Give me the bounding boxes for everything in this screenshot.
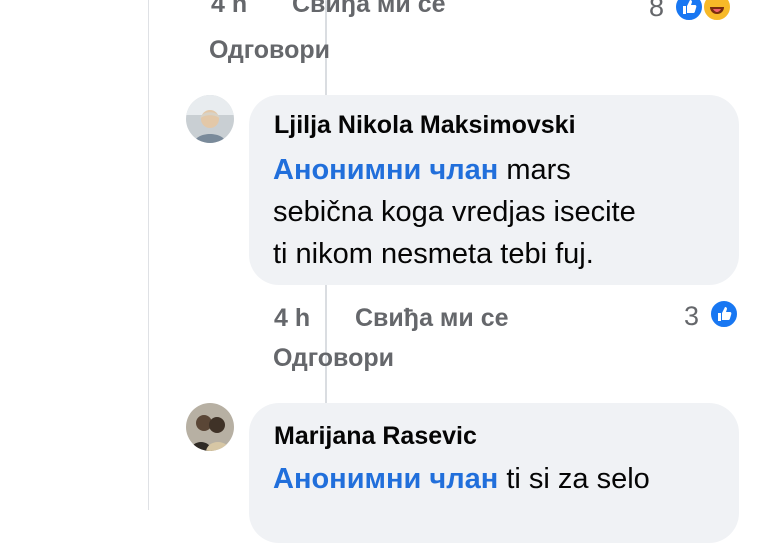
comment-text: mars (498, 154, 571, 186)
comment-author[interactable]: Marijana Rasevic (274, 422, 477, 451)
like-button[interactable]: Свиђа ми се (355, 304, 509, 333)
comment-timestamp[interactable]: 4 h (211, 0, 247, 19)
reaction-count[interactable]: 3 (684, 301, 699, 332)
mention-link[interactable]: Анонимни члан (273, 154, 498, 186)
reaction-count[interactable]: 8 (649, 0, 664, 23)
like-icon (709, 299, 739, 329)
comment-text: ti si za selo (498, 463, 650, 495)
comment-text-line: Анонимни члан mars (273, 149, 571, 191)
comment-text-line: sebična koga vredjas isecite (273, 196, 636, 228)
comment-author[interactable]: Ljilja Nikola Maksimovski (274, 111, 576, 140)
like-button[interactable]: Свиђа ми се (292, 0, 446, 19)
reply-button[interactable]: Одговори (273, 344, 394, 373)
avatar[interactable] (186, 95, 234, 143)
mention-link[interactable]: Анонимни члан (273, 463, 498, 495)
comment-text-line: ti nikom nesmeta tebi fuj. (273, 238, 594, 270)
reply-button[interactable]: Одговори (209, 36, 330, 65)
comments-panel: 4 h Свиђа ми се Одговори 8 Ljilja Nikola… (148, 0, 765, 543)
like-icon (674, 0, 704, 22)
comment-timestamp[interactable]: 4 h (274, 304, 310, 333)
comment-text-line: Анонимни члан ti si za selo (273, 458, 650, 500)
haha-icon (702, 0, 732, 22)
left-gutter (0, 0, 148, 510)
avatar[interactable] (186, 403, 234, 451)
